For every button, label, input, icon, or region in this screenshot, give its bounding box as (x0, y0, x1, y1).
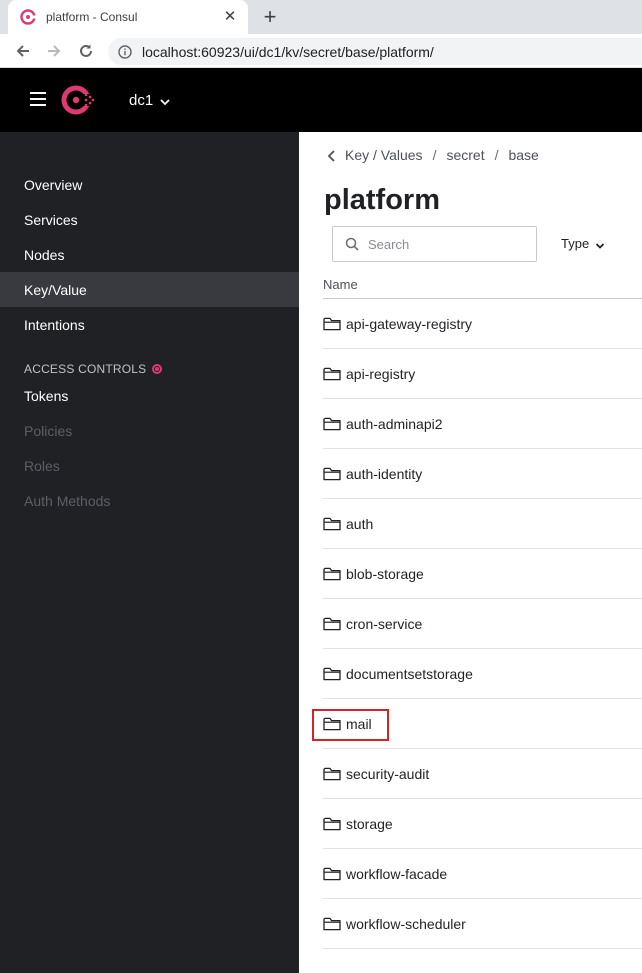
folder-icon (323, 316, 341, 332)
sidebar-item-nodes[interactable]: Nodes (0, 237, 299, 272)
chevron-down-icon (595, 239, 605, 249)
row-label[interactable]: auth (346, 516, 373, 532)
breadcrumb: Key / Values / secret / base (327, 147, 539, 163)
search-icon (345, 237, 359, 251)
table-row[interactable]: auth-identity (323, 449, 642, 499)
breadcrumb-separator: / (494, 147, 499, 163)
row-label[interactable]: api-gateway-registry (346, 316, 472, 332)
sidebar-item-overview[interactable]: Overview (0, 167, 299, 202)
consul-favicon-icon (20, 9, 36, 25)
access-controls-label: ACCESS CONTROLS (24, 362, 147, 376)
row-label[interactable]: mail (346, 716, 372, 732)
table-row[interactable]: auth-adminapi2 (323, 399, 642, 449)
breadcrumb-secret[interactable]: secret (446, 147, 484, 163)
table-row[interactable]: mail (312, 699, 642, 749)
row-label[interactable]: security-audit (346, 766, 429, 782)
folder-icon (323, 766, 341, 782)
chevron-left-icon[interactable] (327, 149, 337, 162)
menu-icon[interactable] (30, 92, 46, 106)
search-input[interactable] (368, 236, 528, 252)
type-filter-dropdown[interactable]: Type (561, 236, 605, 251)
sidebar-item-roles: Roles (24, 457, 60, 474)
search-box[interactable] (332, 226, 537, 262)
chevron-down-icon (159, 95, 171, 107)
tab-close-icon[interactable]: ✕ (222, 9, 238, 25)
row-label[interactable]: workflow-facade (346, 866, 447, 882)
row-label[interactable]: blob-storage (346, 566, 424, 582)
row-label[interactable]: cron-service (346, 616, 422, 632)
datacenter-label: dc1 (129, 92, 154, 109)
folder-icon (323, 716, 341, 732)
folder-icon (323, 466, 341, 482)
datacenter-dropdown[interactable]: dc1 (129, 92, 171, 109)
table-header: Name (323, 271, 642, 299)
table-row[interactable]: blob-storage (323, 549, 642, 599)
folder-icon (323, 416, 341, 432)
row-label[interactable]: workflow-scheduler (346, 916, 466, 932)
breadcrumb-key-values[interactable]: Key / Values (345, 147, 423, 163)
kv-list: api-gateway-registry api-registry auth-a… (312, 299, 642, 949)
browser-toolbar: localhost:60923/ui/dc1/kv/secret/base/pl… (0, 34, 642, 68)
type-filter-label: Type (561, 236, 590, 251)
info-icon[interactable] (118, 44, 132, 59)
row-label[interactable]: api-registry (346, 366, 415, 382)
column-header-name[interactable]: Name (323, 277, 358, 292)
table-row[interactable]: storage (323, 799, 642, 849)
table-row[interactable]: api-gateway-registry (323, 299, 642, 349)
sidebar-item-intentions[interactable]: Intentions (0, 307, 299, 342)
main-content: Key / Values / secret / base platform Ty… (299, 132, 642, 973)
sidebar-item-tokens[interactable]: Tokens (0, 378, 299, 413)
folder-icon (323, 666, 341, 682)
reload-icon[interactable] (75, 40, 97, 62)
breadcrumb-separator: / (432, 147, 437, 163)
folder-icon (323, 916, 341, 932)
table-row[interactable]: workflow-facade (323, 849, 642, 899)
breadcrumb-base[interactable]: base (508, 147, 538, 163)
row-label[interactable]: storage (346, 816, 393, 832)
sidebar-item-policies: Policies (24, 422, 73, 439)
address-bar[interactable]: localhost:60923/ui/dc1/kv/secret/base/pl… (108, 38, 642, 65)
table-row[interactable]: documentsetstorage (323, 649, 642, 699)
table-row[interactable]: api-registry (323, 349, 642, 399)
sidebar-item-auth-methods: Auth Methods (24, 492, 111, 509)
app-header: dc1 (0, 68, 642, 132)
row-label[interactable]: documentsetstorage (346, 666, 473, 682)
folder-icon (323, 616, 341, 632)
page-title: platform (324, 184, 440, 216)
table-row[interactable]: auth (323, 499, 642, 549)
back-arrow-icon[interactable] (12, 40, 34, 62)
folder-icon (323, 516, 341, 532)
table-row[interactable]: security-audit (323, 749, 642, 799)
access-controls-heading: ACCESS CONTROLS (24, 362, 163, 376)
browser-tab[interactable]: platform - Consul ✕ (8, 0, 248, 34)
status-dot-icon (152, 364, 163, 374)
folder-icon (323, 366, 341, 382)
tab-title: platform - Consul (46, 10, 138, 24)
folder-icon (323, 866, 341, 882)
table-row[interactable]: workflow-scheduler (323, 899, 642, 949)
consul-logo-icon[interactable] (60, 83, 96, 117)
sidebar-item-services[interactable]: Services (0, 202, 299, 237)
folder-icon (323, 566, 341, 582)
sidebar: Overview Services Nodes Key/Value Intent… (0, 132, 299, 973)
forward-arrow-icon[interactable] (43, 40, 65, 62)
row-label[interactable]: auth-adminapi2 (346, 416, 443, 432)
sidebar-item-key-value[interactable]: Key/Value (0, 272, 299, 307)
table-row[interactable]: cron-service (323, 599, 642, 649)
browser-tabstrip: platform - Consul ✕ + (0, 0, 642, 34)
new-tab-button[interactable]: + (258, 6, 282, 30)
folder-icon (323, 816, 341, 832)
url-text: localhost:60923/ui/dc1/kv/secret/base/pl… (142, 43, 434, 60)
row-label[interactable]: auth-identity (346, 466, 422, 482)
